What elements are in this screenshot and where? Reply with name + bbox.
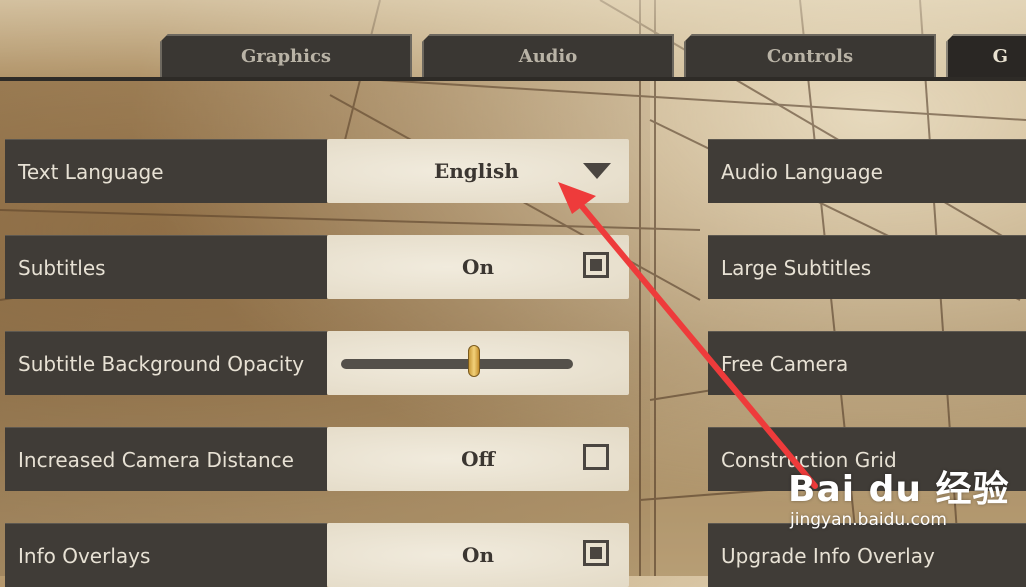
tab-graphics[interactable]: Graphics [160,34,412,77]
setting-row-subtitles: Subtitles On [5,235,629,299]
setting-row-audio-language[interactable]: Audio Language [708,139,1026,203]
camera-distance-toggle[interactable]: Off [327,427,629,491]
setting-label: Large Subtitles [721,255,872,280]
watermark: Bai du 经验 jingyan.baidu.com [788,469,1010,531]
setting-row-free-camera[interactable]: Free Camera [708,331,1026,395]
checkbox-checked-icon[interactable] [583,252,609,278]
setting-row-camera-distance: Increased Camera Distance Off [5,427,629,491]
slider-thumb-icon[interactable] [468,345,480,377]
tab-general[interactable]: G [946,34,1026,77]
slider-track[interactable] [341,359,573,369]
subtitle-opacity-slider[interactable] [327,331,629,395]
setting-label: Increased Camera Distance [5,427,327,491]
tab-audio[interactable]: Audio [422,34,674,77]
setting-label: Subtitle Background Opacity [5,331,327,395]
setting-label: Construction Grid [721,447,897,472]
setting-label: Info Overlays [5,523,327,587]
setting-label: Subtitles [5,235,327,299]
setting-row-large-subtitles[interactable]: Large Subtitles [708,235,1026,299]
text-language-dropdown[interactable]: English [327,139,629,203]
watermark-site: jingyan.baidu.com [790,510,947,530]
subtitles-toggle[interactable]: On [327,235,629,299]
setting-label: Text Language [5,139,327,203]
setting-row-upgrade-info-overlay[interactable]: Upgrade Info Overlay [708,523,1026,587]
setting-row-subtitle-opacity: Subtitle Background Opacity [5,331,629,395]
setting-label: Audio Language [721,159,883,184]
watermark-brand: Bai du 经验 [788,469,1010,510]
checkbox-checked-icon[interactable] [583,540,609,566]
tab-bar-divider [0,77,1026,81]
setting-row-info-overlays: Info Overlays On [5,523,629,587]
setting-label: Upgrade Info Overlay [721,543,935,568]
info-overlays-toggle[interactable]: On [327,523,629,587]
dropdown-arrow-icon[interactable] [583,163,611,179]
checkbox-unchecked-icon[interactable] [583,444,609,470]
setting-label: Free Camera [721,351,849,376]
setting-row-text-language: Text Language English [5,139,629,203]
tab-controls[interactable]: Controls [684,34,936,77]
